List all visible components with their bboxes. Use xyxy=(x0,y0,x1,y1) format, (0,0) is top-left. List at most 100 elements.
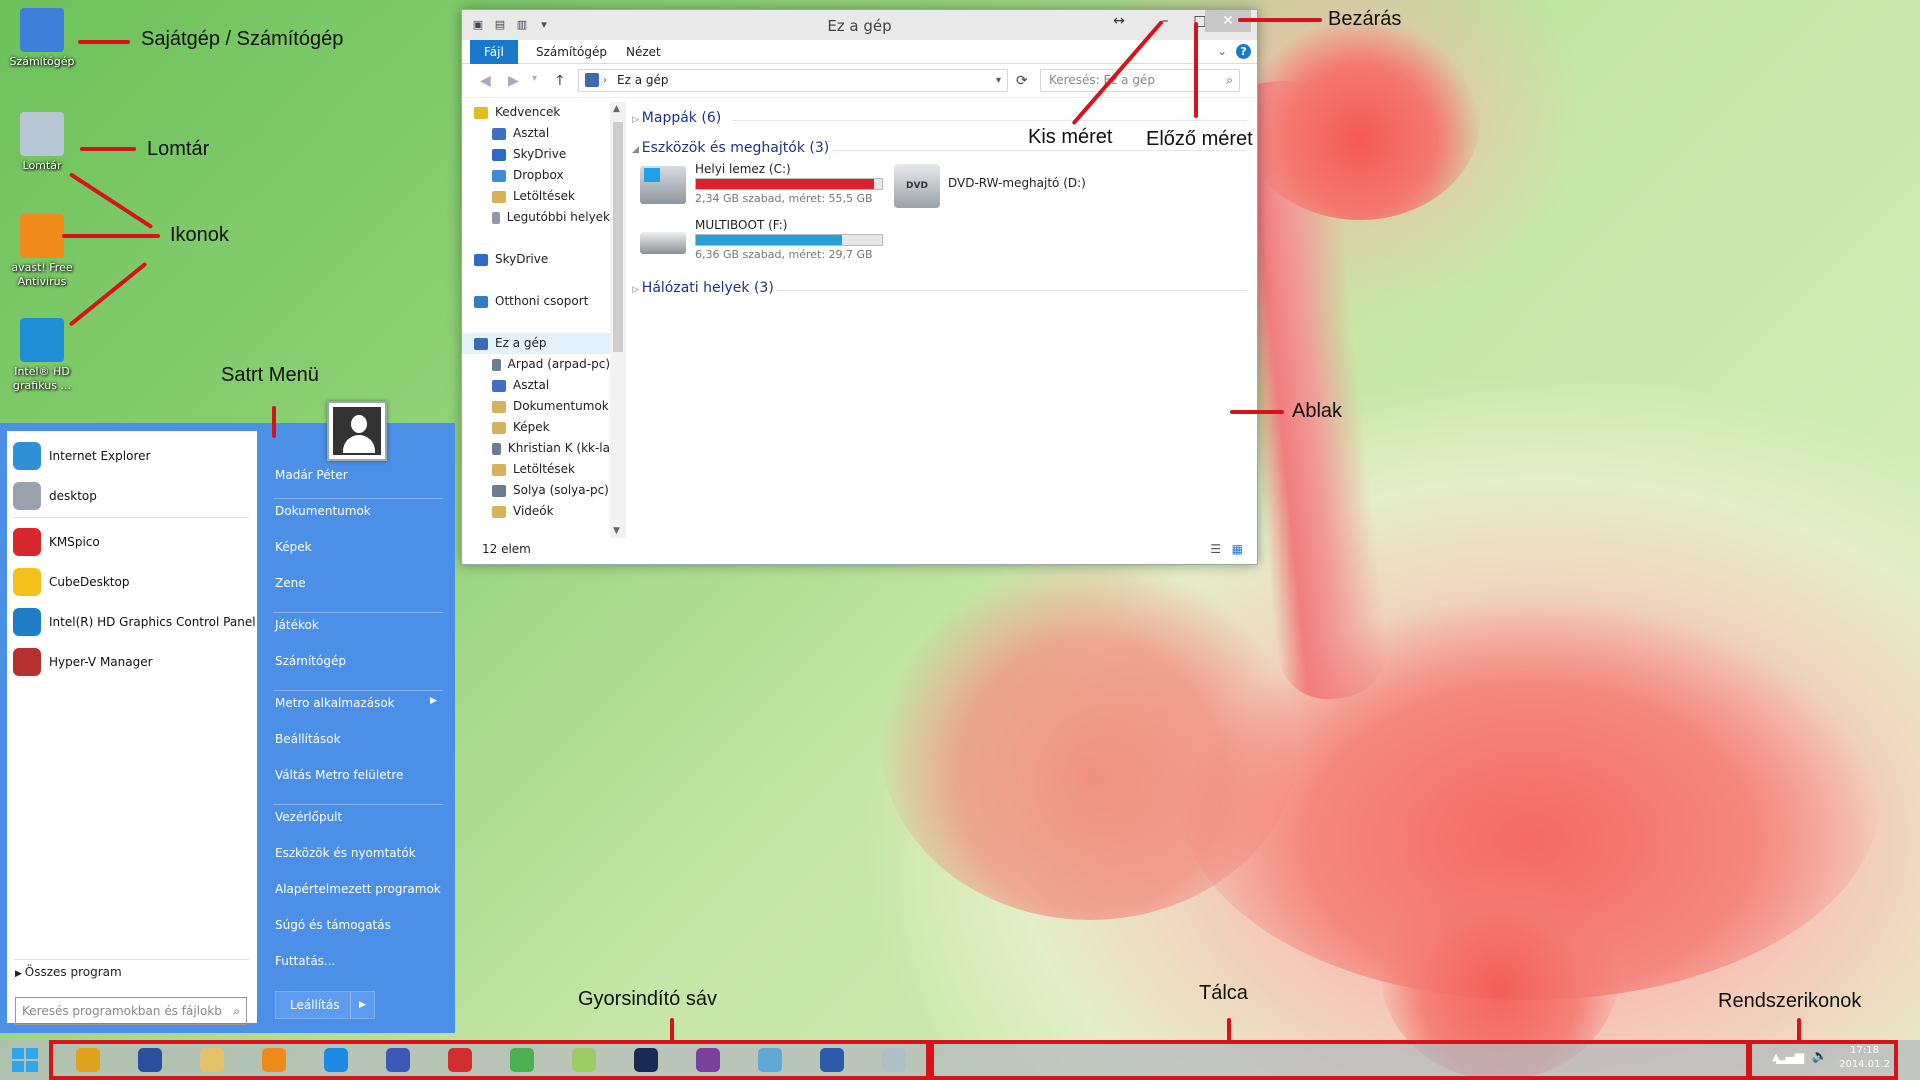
start-menu[interactable]: Internet Explorer desktop KMSpico CubeDe… xyxy=(0,401,455,1033)
annotation-minimize: Kis méret xyxy=(1028,126,1113,148)
start-place-5[interactable]: Számítógép xyxy=(275,654,346,668)
address-input[interactable]: › Ez a gép ▾ xyxy=(578,69,1008,92)
recent-places-icon xyxy=(492,211,500,224)
nav-item-documents[interactable]: Dokumentumok xyxy=(462,396,610,417)
nav-item-recent-places[interactable]: Legutóbbi helyek xyxy=(462,207,610,228)
nav-item-downloads[interactable]: Letöltések xyxy=(462,186,610,207)
drive-c[interactable]: Helyi lemez (C:) 2,34 GB szabad, méret: … xyxy=(640,162,890,208)
title-bar[interactable]: ▣ ▤ ▥ ▾ Ez a gép ↔ – □ ✕ xyxy=(462,10,1257,40)
start-place-7[interactable]: Beállítások xyxy=(275,732,341,746)
start-place-1[interactable]: Dokumentumok xyxy=(275,504,371,518)
nav-item-khristian-pc[interactable]: Khristian K (kk-la xyxy=(462,438,610,459)
nav-item-label: Videók xyxy=(513,504,554,518)
group-folders[interactable]: ▷ Mappák (6) xyxy=(632,110,721,126)
drive-f-info: 6,36 GB szabad, méret: 29,7 GB xyxy=(695,248,873,261)
back-icon[interactable]: ◀ xyxy=(480,73,491,89)
desktop-icon-intel-hd[interactable]: Intel® HD grafikus ... xyxy=(4,318,80,393)
nav-item-pc-desktop[interactable]: Asztal xyxy=(462,375,610,396)
desktop-icon-recycle-bin[interactable]: Lomtár xyxy=(4,112,80,173)
scrollbar-thumb[interactable] xyxy=(613,122,623,352)
start-item-cubedesktop[interactable]: CubeDesktop xyxy=(13,567,129,597)
address-dropdown-icon[interactable]: ▾ xyxy=(996,70,1001,91)
start-place-13[interactable]: Futtatás... xyxy=(275,954,335,968)
recent-chevron-icon[interactable]: ▾ xyxy=(532,73,537,84)
nav-item-pictures[interactable]: Képek xyxy=(462,417,610,438)
search-input[interactable]: Keresés: Ez a gép ⌕ xyxy=(1040,69,1240,92)
nav-item-favorites[interactable]: Kedvencek xyxy=(462,102,610,123)
annotation-line xyxy=(62,234,160,238)
navigation-pane[interactable]: Kedvencek Asztal SkyDrive Dropbox Letöltések… xyxy=(462,102,610,532)
shutdown-button[interactable]: Leállítás ▶ xyxy=(275,991,375,1019)
nav-item-label: Letöltések xyxy=(513,189,575,203)
desktop-icon-avast[interactable]: avast! Free Antivirus xyxy=(4,214,80,289)
user-silhouette-icon xyxy=(333,407,381,455)
tab-computer[interactable]: Számítógép xyxy=(522,40,621,64)
drive-f[interactable]: MULTIBOOT (F:) 6,36 GB szabad, méret: 29… xyxy=(640,218,890,264)
start-place-3[interactable]: Zene xyxy=(275,576,306,590)
start-item-intel-hd[interactable]: Intel(R) HD Graphics Control Panel xyxy=(13,607,256,637)
search-icon[interactable]: ⌕ xyxy=(233,998,240,1024)
up-icon[interactable]: ↑ xyxy=(554,73,566,89)
start-place-label: Beállítások xyxy=(275,732,341,746)
start-item-kmspico[interactable]: KMSpico xyxy=(13,527,100,557)
nav-item-desktop[interactable]: Asztal xyxy=(462,123,610,144)
help-icon[interactable]: ? xyxy=(1236,44,1251,59)
nav-item-this-pc[interactable]: Ez a gép xyxy=(462,333,610,354)
desktop-icon-label: Intel® HD grafikus ... xyxy=(13,365,71,392)
nav-item-arpad-pc[interactable]: Arpad (arpad-pc) xyxy=(462,354,610,375)
ribbon-expand-icon[interactable]: ⌄ xyxy=(1217,44,1227,58)
nav-item-dropbox[interactable]: Dropbox xyxy=(462,165,610,186)
group-network[interactable]: ▷ Hálózati helyek (3) xyxy=(632,280,774,296)
forward-icon[interactable]: ▶ xyxy=(508,73,519,89)
start-item-hyper-v[interactable]: Hyper-V Manager xyxy=(13,647,153,677)
start-place-8[interactable]: Váltás Metro felületre xyxy=(275,768,403,782)
start-place-10[interactable]: Eszközök és nyomtatók xyxy=(275,846,416,860)
windows-logo-icon xyxy=(644,168,660,182)
group-devices[interactable]: ◢ Eszközök és meghajtók (3) xyxy=(632,140,829,156)
start-item-internet-explorer[interactable]: Internet Explorer xyxy=(13,441,150,471)
start-place-12[interactable]: Súgó és támogatás xyxy=(275,918,391,932)
annotation-line xyxy=(1227,1018,1231,1044)
user-avatar[interactable] xyxy=(327,401,387,461)
nav-scrollbar[interactable]: ▲ ▼ xyxy=(610,102,626,538)
shutdown-options-icon[interactable]: ▶ xyxy=(350,992,374,1018)
nav-item-videos[interactable]: Videók xyxy=(462,501,610,522)
tab-view[interactable]: Nézet xyxy=(612,40,675,64)
chevron-right-icon: ▶ xyxy=(430,696,437,706)
start-place-6[interactable]: Metro alkalmazások ▶ xyxy=(275,696,437,710)
nav-item-pc-downloads[interactable]: Letöltések xyxy=(462,459,610,480)
scroll-down-icon[interactable]: ▼ xyxy=(613,526,620,536)
start-item-desktop[interactable]: desktop xyxy=(13,481,97,511)
desktop-icon-computer[interactable]: Számítógép xyxy=(4,8,80,69)
start-place-2[interactable]: Képek xyxy=(275,540,312,554)
divider xyxy=(772,290,1247,291)
start-place-0[interactable]: Madár Péter xyxy=(275,468,348,482)
start-place-4[interactable]: Játékok xyxy=(275,618,319,632)
start-search-input[interactable]: Keresés programokban és fájlokban ⌕ xyxy=(15,997,247,1025)
scroll-up-icon[interactable]: ▲ xyxy=(613,104,620,114)
explorer-window[interactable]: ▣ ▤ ▥ ▾ Ez a gép ↔ – □ ✕ Fájl Számítógép… xyxy=(461,9,1258,565)
start-place-11[interactable]: Alapértelmezett programok xyxy=(275,882,441,896)
nav-item-homegroup[interactable]: Otthoni csoport xyxy=(462,291,610,312)
nav-item-solya-pc[interactable]: Solya (solya-pc) xyxy=(462,480,610,501)
content-pane[interactable]: ▷ Mappák (6) ◢ Eszközök és meghajtók (3)… xyxy=(632,102,1247,522)
nav-item-skydrive-root[interactable]: SkyDrive xyxy=(462,249,610,270)
skydrive-icon xyxy=(492,148,506,161)
nav-item-skydrive[interactable]: SkyDrive xyxy=(462,144,610,165)
all-programs-button[interactable]: ▶ Összes program xyxy=(15,965,122,979)
pictures-icon xyxy=(492,421,506,434)
tab-file[interactable]: Fájl xyxy=(470,40,518,64)
drive-c-text: Helyi lemez (C:) 2,34 GB szabad, méret: … xyxy=(695,162,883,205)
divider xyxy=(273,804,443,805)
annotation-icons: Ikonok xyxy=(170,224,229,246)
refresh-icon[interactable]: ⟳ xyxy=(1016,73,1028,89)
details-view-icon[interactable]: ☰ xyxy=(1210,542,1221,556)
large-icons-view-icon[interactable]: ▦ xyxy=(1232,542,1243,556)
start-place-9[interactable]: Vezérlőpult xyxy=(275,810,342,824)
start-item-label: Intel(R) HD Graphics Control Panel xyxy=(49,615,256,629)
wallpaper-petal xyxy=(1240,20,1480,220)
drive-d[interactable]: DVD DVD-RW-meghajtó (D:) xyxy=(894,164,1094,208)
search-icon[interactable]: ⌕ xyxy=(1226,70,1233,91)
start-button[interactable] xyxy=(4,1044,48,1076)
annotation-line xyxy=(1238,18,1322,22)
